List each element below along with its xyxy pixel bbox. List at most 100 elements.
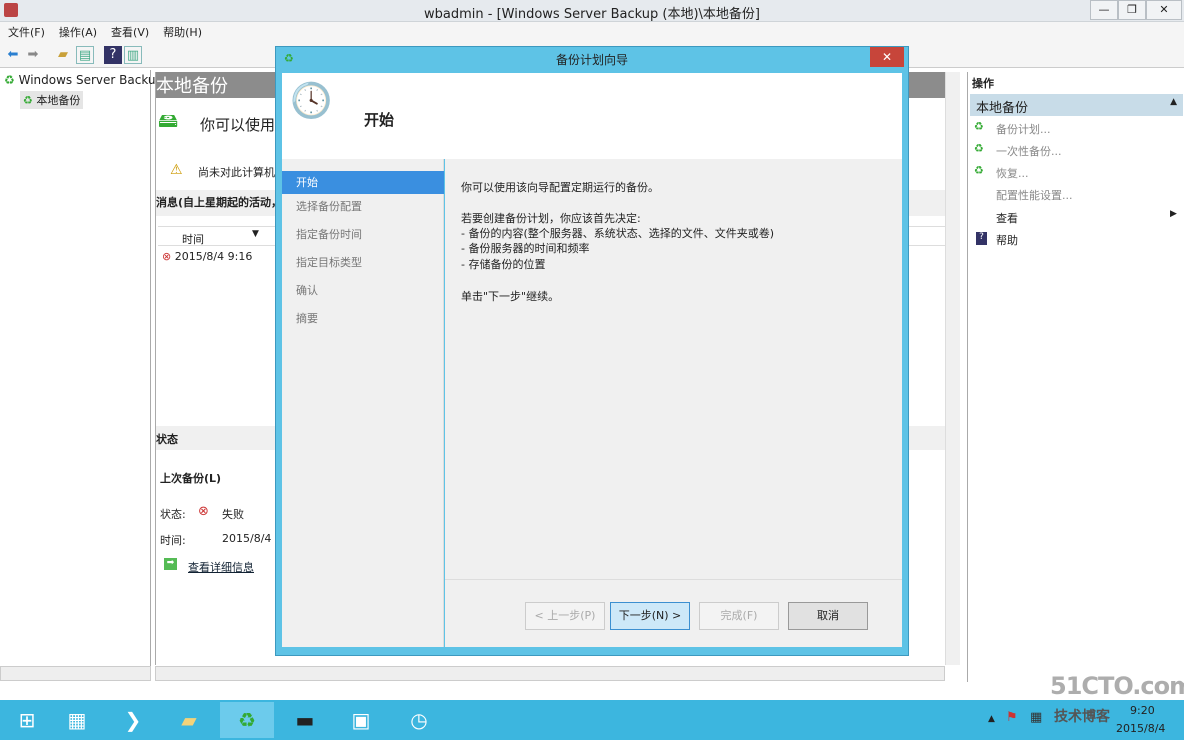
last-backup-label: 上次备份(L) [160,472,222,485]
sort-down-icon: ▼ [252,229,259,239]
back-icon[interactable]: ⬅ [4,46,22,64]
menu-help[interactable]: 帮助(H) [163,24,202,40]
watermark: 51CTO.com [1050,672,1184,700]
help-icon: ? [976,232,987,245]
body-line: - 备份的内容(整个服务器、系统状态、选择的文件、文件夹或卷) [461,227,775,240]
body-line: 你可以使用该向导配置定期运行的备份。 [461,181,659,194]
network-tray-icon[interactable]: ▦ [1030,710,1042,725]
step-target-type[interactable]: 指定目标类型 [282,251,444,274]
message-time: 2015/8/4 9:16 [174,250,253,263]
taskbar: ⊞ ▦ ❯ ▰ ♻ ▬ ▣ ◷ ▲ ⚑ ▦ 技术博客 9:20 2015/8/4 [0,700,1184,740]
tray-expand-icon[interactable]: ▲ [988,714,995,724]
backup-schedule-icon: ♻ [974,120,984,133]
server-manager-icon[interactable]: ▦ [50,702,104,738]
tree-item-local-backup[interactable]: ♻ 本地备份 [20,91,84,109]
tree-root-label: Windows Server Backup [18,73,164,87]
action-backup-schedule[interactable]: 备份计划... [996,121,1051,137]
dialog-heading: 开始 [364,111,395,129]
status-label: 状态: [160,508,186,521]
tree-item-label: 本地备份 [36,94,81,107]
body-line: 若要创建备份计划，你应该首先决定: [461,212,641,225]
network-icon[interactable]: ▣ [334,702,388,738]
warning-text: 尚未对此计算机 [198,166,275,179]
body-line: 单击"下一步"继续。 [461,290,560,303]
section-label: 本地备份 [976,101,1029,116]
center-vscrollbar[interactable] [945,72,960,665]
action-view[interactable]: 查看 [996,210,1018,226]
flag-icon[interactable]: ⚑ [1006,710,1018,725]
backup-app-icon[interactable]: ♻ [220,702,274,738]
intro-text: 你可以使用 [200,116,276,134]
action-help[interactable]: 帮助 [996,232,1018,248]
tray-date[interactable]: 2015/8/4 [1116,722,1165,735]
message-row[interactable]: ⊗ 2015/8/4 9:16 [162,250,252,263]
show-actions-icon[interactable]: ▥ [124,46,142,64]
dialog-close-button[interactable]: ✕ [870,47,904,67]
show-tree-icon[interactable]: ▤ [76,46,94,64]
body-line: - 存储备份的位置 [461,258,546,271]
action-performance-settings[interactable]: 配置性能设置... [996,187,1073,203]
help-icon[interactable]: ? [104,46,122,64]
menu-bar: 文件(F) 操作(A) 查看(V) 帮助(H) [0,22,1184,42]
up-folder-icon[interactable]: ▰ [54,46,72,64]
center-hscrollbar[interactable] [155,666,945,681]
finish-button[interactable]: 完成(F) [699,602,779,630]
powershell-icon[interactable]: ❯ [106,702,160,738]
tree-hscrollbar[interactable] [0,666,151,681]
warning-icon: ⚠ [170,162,183,178]
body-line: - 备份服务器的时间和频率 [461,242,590,255]
watermark-sub: 技术博客 [1054,709,1110,725]
submenu-arrow-icon: ▶ [1170,209,1177,219]
close-button[interactable]: ✕ [1146,0,1182,20]
start-button[interactable]: ⊞ [0,702,54,738]
action-backup-once[interactable]: 一次性备份... [996,143,1062,159]
next-button[interactable]: 下一步(N) > [610,602,690,630]
tree-root[interactable]: ♻ Windows Server Backup [4,73,163,87]
cmd-icon[interactable]: ▬ [278,702,332,738]
step-summary[interactable]: 摘要 [282,307,444,330]
step-start[interactable]: 开始 [282,171,444,194]
recover-icon: ♻ [974,164,984,177]
actions-pane: 操作 本地备份 ▲ ♻ 备份计划... ♻ 一次性备份... ♻ 恢复... 配置… [967,72,1184,682]
tray-time[interactable]: 9:20 [1130,704,1155,717]
clock-app-icon[interactable]: ◷ [392,702,446,738]
forward-icon[interactable]: ➡ [24,46,42,64]
time-label: 时间: [160,534,186,547]
time-value: 2015/8/4 9 [222,532,282,545]
wizard-icon: ♻ [284,52,294,65]
col-time[interactable]: 时间 [182,231,204,247]
dialog-title: 备份计划向导 [555,53,628,67]
window-titlebar: wbadmin - [Windows Server Backup (本地)\本地… [0,0,1184,22]
view-details-link[interactable]: 查看详细信息 [188,559,254,575]
backup-once-icon: ♻ [974,142,984,155]
previous-button[interactable]: < 上一步(P) [525,602,605,630]
backup-clock-icon: 🕓 [290,81,333,121]
backup-drive-icon: 🖴 [158,108,179,132]
action-recover[interactable]: 恢复... [996,165,1029,181]
file-explorer-icon[interactable]: ▰ [162,702,216,738]
menu-view[interactable]: 查看(V) [111,24,149,40]
backup-schedule-wizard: 备份计划向导 ♻ ✕ 🕓 开始 开始 选择备份配置 指定备份时间 指定目标类型 … [275,46,909,656]
step-backup-time[interactable]: 指定备份时间 [282,223,444,246]
actions-title: 操作 [972,77,994,90]
step-backup-config[interactable]: 选择备份配置 [282,195,444,218]
dialog-footer: < 上一步(P) 下一步(N) > 完成(F) 取消 [445,579,902,647]
status-value: 失败 [222,508,244,521]
backup-icon: ♻ [4,73,15,87]
menu-action[interactable]: 操作(A) [59,24,97,40]
error-icon: ⊗ [162,250,172,263]
restore-button[interactable]: ❐ [1118,0,1146,20]
minimize-button[interactable]: — [1090,0,1118,20]
tree-pane: ♻ Windows Server Backup ♻ 本地备份 [0,70,163,668]
error-icon: ⊗ [198,504,209,519]
window-title: wbadmin - [Windows Server Backup (本地)\本地… [424,7,760,22]
collapse-icon: ▲ [1170,97,1177,107]
details-icon: ➡ [164,558,177,570]
menu-file[interactable]: 文件(F) [8,24,45,40]
actions-section[interactable]: 本地备份 ▲ [970,94,1183,116]
backup-icon: ♻ [23,94,33,107]
wizard-steps: 开始 选择备份配置 指定备份时间 指定目标类型 确认 摘要 [282,159,444,647]
step-confirm[interactable]: 确认 [282,279,444,302]
dialog-header: 🕓 开始 [282,73,902,159]
cancel-button[interactable]: 取消 [788,602,868,630]
